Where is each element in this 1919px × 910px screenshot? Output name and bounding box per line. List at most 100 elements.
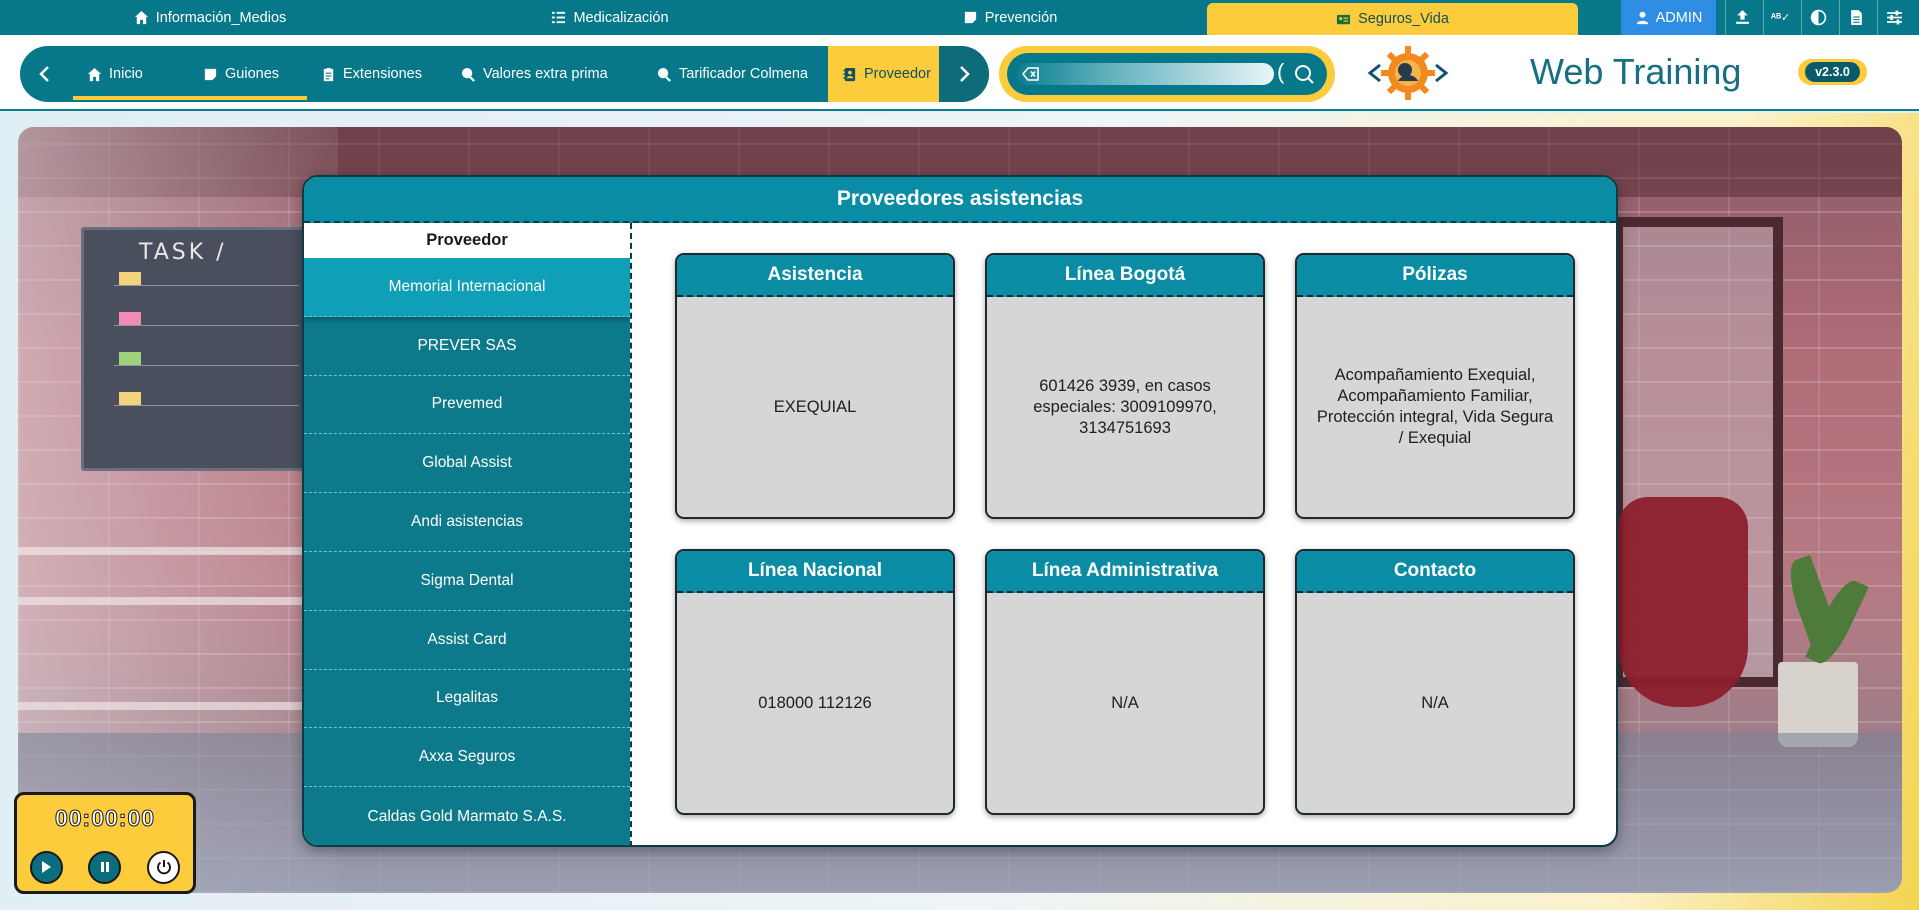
- provider-item-assist-card[interactable]: Assist Card: [304, 610, 630, 670]
- nav-item-inicio[interactable]: Inicio: [73, 46, 189, 102]
- user-icon: [1636, 11, 1648, 25]
- app-logo: [1367, 46, 1449, 100]
- top-tab-label: Medicalización: [573, 9, 669, 26]
- play-icon: [42, 861, 52, 873]
- search-dollar-icon: [461, 67, 475, 82]
- provider-item-axxa-seguros[interactable]: Axxa Seguros: [304, 728, 630, 788]
- card-title: Contacto: [1297, 551, 1573, 593]
- nav-item-label: Proveedor: [864, 66, 931, 82]
- brand-title: Web Training: [1530, 51, 1742, 92]
- card-title: Línea Nacional: [677, 551, 953, 593]
- settings-sliders-icon: [1887, 10, 1902, 25]
- board-line: [114, 365, 299, 366]
- board-line: [114, 285, 299, 286]
- nav-underline: [73, 96, 189, 100]
- timer-play-button[interactable]: [29, 850, 63, 884]
- provider-item-caldas-gold-marmato[interactable]: Caldas Gold Marmato S.A.S.: [304, 787, 630, 845]
- top-tab-medicalizacion[interactable]: Medicalización: [470, 0, 750, 35]
- card-contacto: Contacto N/A: [1295, 549, 1575, 815]
- card-value: 601426 3939, en casos especiales: 300910…: [1033, 376, 1217, 437]
- nav-next-button[interactable]: [939, 46, 989, 102]
- nav-bar: Inicio Guiones Extensiones Valores extra…: [20, 46, 989, 102]
- nav-item-guiones[interactable]: Guiones: [189, 46, 307, 102]
- panel-title: Proveedores asistencias: [304, 177, 1616, 223]
- card-value: EXEQUIAL: [773, 397, 857, 416]
- card-value: 018000 112126: [758, 693, 872, 712]
- card-linea-nacional: Línea Nacional 018000 112126: [675, 549, 955, 815]
- upload-button[interactable]: [1725, 0, 1759, 35]
- top-tab-seguros-vida[interactable]: Seguros_Vida: [1207, 3, 1578, 35]
- shelf-illustration: [18, 597, 308, 605]
- home-icon: [87, 67, 102, 81]
- sticky-note: [119, 272, 141, 285]
- card-title: Línea Bogotá: [987, 255, 1263, 297]
- nav-item-label: Valores extra prima: [483, 66, 608, 82]
- nav-item-proveedor[interactable]: Proveedor: [828, 46, 939, 102]
- provider-item-prever-sas[interactable]: PREVER SAS: [304, 316, 630, 376]
- search-inner: (: [1007, 53, 1327, 95]
- document-icon: [1851, 10, 1862, 25]
- timer-controls: [17, 843, 193, 891]
- id-card-icon: [1337, 14, 1351, 24]
- spellcheck-button[interactable]: ᴬᴮ✓: [1763, 0, 1797, 35]
- timer-pause-button[interactable]: [88, 850, 122, 884]
- search-button[interactable]: [1290, 60, 1318, 88]
- card-title: Pólizas: [1297, 255, 1573, 297]
- card-value: N/A: [1111, 693, 1139, 712]
- version-label: v2.3.0: [1805, 62, 1860, 82]
- card-linea-bogota: Línea Bogotá 601426 3939, en casos espec…: [985, 253, 1265, 519]
- provider-item-global-assist[interactable]: Global Assist: [304, 434, 630, 494]
- provider-sidebar: Proveedor Memorial Internacional PREVER …: [304, 223, 632, 845]
- sticky-note: [119, 312, 141, 325]
- admin-button[interactable]: ADMIN: [1621, 0, 1716, 35]
- timer-widget: 00:00:00: [14, 792, 196, 894]
- top-tab-prevencion[interactable]: Prevención: [870, 0, 1150, 35]
- upload-icon: [1736, 10, 1749, 24]
- search-dollar-icon: [657, 67, 671, 82]
- clear-search-button[interactable]: [1021, 66, 1040, 82]
- search-input[interactable]: [1017, 63, 1274, 85]
- settings-button[interactable]: [1877, 0, 1911, 35]
- contact-book-icon: [843, 67, 856, 81]
- provider-item-legalitas[interactable]: Legalitas: [304, 669, 630, 729]
- provider-item-sigma-dental[interactable]: Sigma Dental: [304, 551, 630, 611]
- nav-item-tarificador-colmena[interactable]: Tarificador Colmena: [643, 46, 835, 102]
- nav-underline: [189, 96, 307, 100]
- top-tab-label: Seguros_Vida: [1358, 11, 1449, 27]
- board-line: [114, 325, 299, 326]
- nav-item-label: Tarificador Colmena: [679, 66, 808, 82]
- pause-icon: [100, 862, 109, 872]
- provider-item-memorial-internacional[interactable]: Memorial Internacional: [304, 258, 630, 317]
- nav-item-valores-extra-prima[interactable]: Valores extra prima: [447, 46, 643, 102]
- card-value: N/A: [1421, 693, 1449, 712]
- sticky-note: [119, 352, 141, 365]
- armchair-illustration: [1618, 497, 1748, 707]
- board-line: [114, 405, 299, 406]
- sidebar-header: Proveedor: [304, 223, 630, 258]
- sticky-note: [119, 392, 141, 405]
- card-value: Acompañamiento Exequial, Acompañamiento …: [1316, 366, 1554, 447]
- providers-panel: Proveedores asistencias Proveedor Memori…: [302, 175, 1618, 847]
- document-button[interactable]: [1839, 0, 1873, 35]
- clear-icon: [1021, 67, 1039, 81]
- version-badge: v2.3.0: [1798, 59, 1867, 85]
- nav-prev-button[interactable]: [20, 46, 70, 102]
- task-board-decor: TASK /: [139, 240, 227, 265]
- contrast-button[interactable]: [1801, 0, 1835, 35]
- provider-item-prevemed[interactable]: Prevemed: [304, 375, 630, 435]
- nav-item-label: Guiones: [225, 66, 280, 82]
- card-title: Asistencia: [677, 255, 953, 297]
- top-tab-informacion-medios[interactable]: Información_Medios: [70, 0, 350, 35]
- task-board-illustration: TASK /: [81, 227, 313, 471]
- provider-item-andi-asistencias[interactable]: Andi asistencias: [304, 493, 630, 552]
- nav-item-extensiones[interactable]: Extensiones: [307, 46, 447, 102]
- card-linea-administrativa: Línea Administrativa N/A: [985, 549, 1265, 815]
- top-tab-label: Prevención: [984, 9, 1058, 26]
- timer-reset-button[interactable]: [147, 850, 181, 884]
- top-tab-label: Información_Medios: [155, 9, 287, 26]
- search-icon: [1295, 65, 1314, 84]
- card-title: Línea Administrativa: [987, 551, 1263, 593]
- clipboard-icon: [323, 67, 334, 81]
- nav-item-label: Extensiones: [343, 66, 422, 82]
- note-icon: [964, 11, 976, 24]
